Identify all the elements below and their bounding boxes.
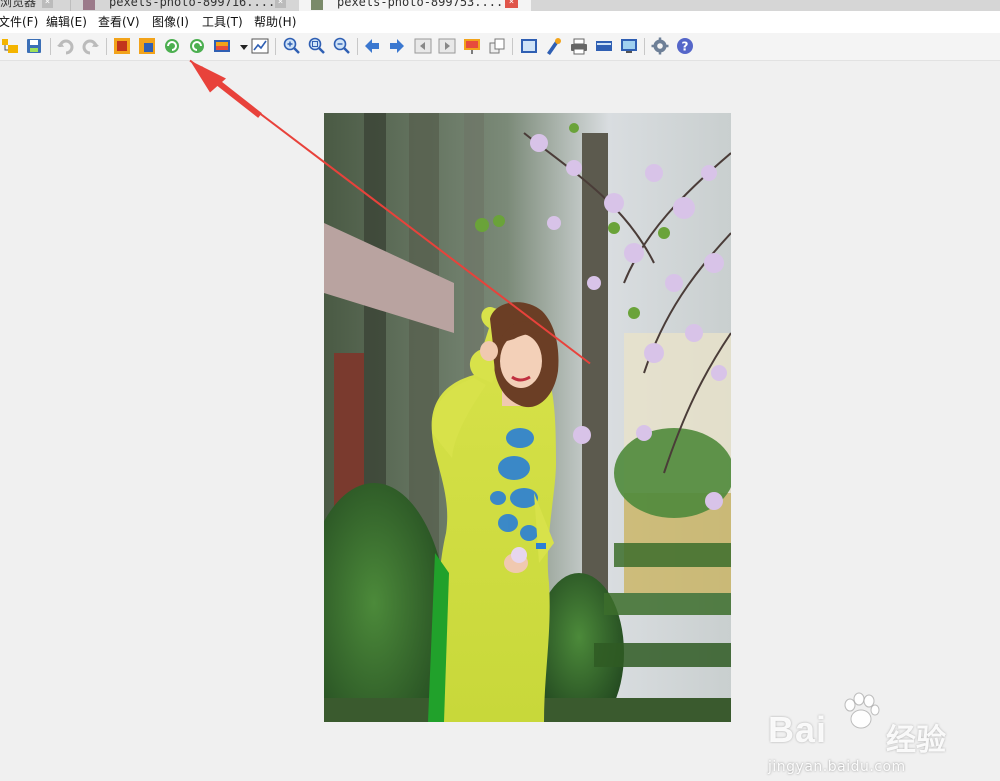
- menu-tools[interactable]: 工具(T): [202, 14, 243, 30]
- fullscreen-icon[interactable]: [520, 37, 538, 55]
- crop-icon[interactable]: [113, 37, 131, 55]
- settings-icon[interactable]: [651, 37, 669, 55]
- next-icon[interactable]: [388, 37, 406, 55]
- zoom-in-icon[interactable]: [283, 37, 301, 55]
- menu-image[interactable]: 图像(I): [152, 14, 189, 30]
- tab-label: pexels-photo-899716....: [109, 0, 276, 9]
- copy-to-icon[interactable]: [488, 37, 506, 55]
- menu-edit[interactable]: 编辑(E): [46, 14, 87, 30]
- last-image-icon[interactable]: [438, 37, 456, 55]
- resize-icon[interactable]: [138, 37, 156, 55]
- tab-strip: 浏览器 × pexels-photo-899716.... × pexels-p…: [0, 0, 1000, 11]
- toolbar-separator: [50, 38, 51, 55]
- histogram-icon[interactable]: [251, 37, 269, 55]
- paint-icon[interactable]: [544, 37, 562, 55]
- image-thumbnail-icon: [83, 0, 95, 10]
- undo-icon[interactable]: [56, 37, 74, 55]
- redo-icon[interactable]: [82, 37, 100, 55]
- first-image-icon[interactable]: [414, 37, 432, 55]
- toolbar-separator: [644, 38, 645, 55]
- baidu-jingyan-watermark: Bai 经验 jingyan.baidu.com: [766, 691, 986, 781]
- toolbar-separator: [357, 38, 358, 55]
- paw-icon: [844, 692, 880, 729]
- print-icon[interactable]: [570, 37, 588, 55]
- close-icon[interactable]: ×: [505, 0, 518, 8]
- zoom-out-icon[interactable]: [333, 37, 351, 55]
- chevron-down-icon[interactable]: [235, 37, 248, 55]
- toolbar-separator: [106, 38, 107, 55]
- menu-bar: 文件(F) 编辑(E) 查看(V) 图像(I) 工具(T) 帮助(H): [0, 11, 1000, 33]
- toolbar-separator: [275, 38, 276, 55]
- color-adjust-icon[interactable]: [213, 37, 231, 55]
- svg-text:?: ?: [682, 40, 689, 54]
- tab-label: 浏览器: [0, 0, 37, 9]
- save-icon[interactable]: [25, 37, 43, 55]
- watermark-suffix: 经验: [886, 723, 946, 758]
- toolbar: ?: [0, 33, 1000, 61]
- previous-icon[interactable]: [363, 37, 381, 55]
- menu-view[interactable]: 查看(V): [98, 14, 140, 30]
- close-icon[interactable]: ×: [42, 0, 53, 8]
- open-folder-icon[interactable]: [1, 37, 19, 55]
- rotate-left-icon[interactable]: [163, 37, 181, 55]
- tab-photo-899753[interactable]: pexels-photo-899753.... ×: [299, 0, 531, 11]
- menu-file[interactable]: 文件(F): [0, 14, 38, 30]
- watermark-url: jingyan.baidu.com: [768, 759, 906, 775]
- wallpaper-icon[interactable]: [620, 37, 638, 55]
- menu-help[interactable]: 帮助(H): [254, 14, 296, 30]
- slideshow-icon[interactable]: [463, 37, 481, 55]
- tab-photo-899716[interactable]: pexels-photo-899716.... ×: [70, 0, 300, 11]
- watermark-brand: Bai: [768, 709, 828, 750]
- image-viewer-area: Bai 经验 jingyan.baidu.com: [0, 59, 1000, 775]
- close-icon[interactable]: ×: [275, 0, 286, 8]
- rotate-right-icon[interactable]: [188, 37, 206, 55]
- zoom-fit-icon[interactable]: [308, 37, 326, 55]
- tab-label: pexels-photo-899753....: [337, 0, 504, 9]
- photo-woman-yellow-dress: [324, 113, 731, 722]
- scanner-icon[interactable]: [595, 37, 613, 55]
- toolbar-separator: [512, 38, 513, 55]
- help-icon[interactable]: ?: [676, 37, 694, 55]
- tab-browser[interactable]: 浏览器 ×: [0, 0, 66, 11]
- image-thumbnail-icon: [311, 0, 323, 10]
